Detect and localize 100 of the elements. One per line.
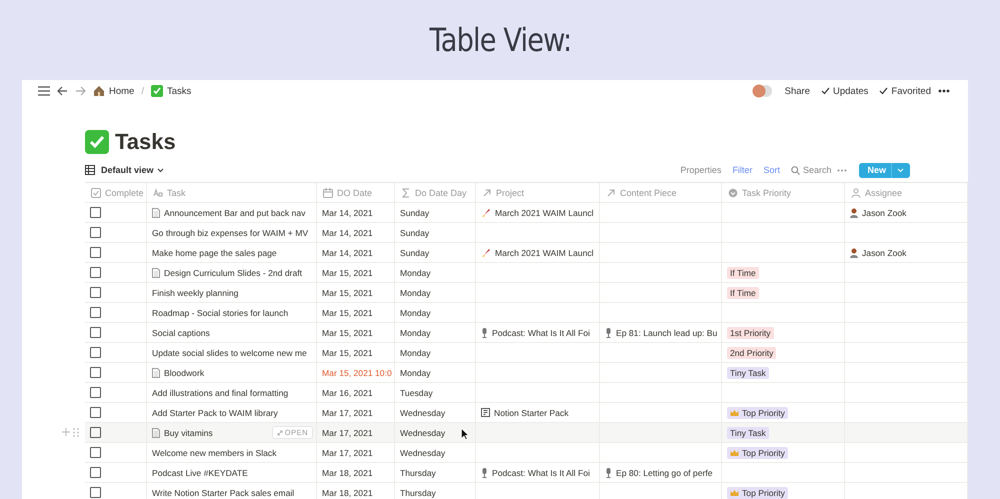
view-selector[interactable]: Default view (101, 165, 164, 175)
search-button[interactable]: Search (790, 165, 832, 175)
day-value: Wednesday (400, 448, 446, 458)
date-value: Mar 14, 2021 (322, 208, 373, 218)
text-icon (153, 188, 163, 198)
date-value: Mar 15, 2021 (322, 308, 373, 318)
table-icon (85, 165, 95, 175)
menu-icon[interactable] (38, 86, 50, 96)
arrow-icon (606, 188, 616, 198)
date-value: Mar 15, 2021 (322, 288, 373, 298)
table-row[interactable]: Make home page the sales page Mar 14, 2021 Sunday March 2021 WAIM Launcl Jason Zook (85, 243, 968, 263)
chevron-circle-icon (728, 188, 738, 198)
relation-link[interactable]: Ep 81: Launch lead up: Bu (616, 328, 718, 338)
table-row[interactable]: Finish weekly planning Mar 15, 2021 Monday If Time (85, 283, 968, 303)
checkbox[interactable] (90, 287, 101, 298)
page-icon (152, 428, 160, 438)
table-row[interactable]: Podcast Live #KEYDATE Mar 18, 2021 Thursday Podcast: What Is It All Foi Ep 80: Letting go of perfe (85, 463, 968, 483)
date-value: Mar 17, 2021 (322, 408, 373, 418)
relation-link[interactable]: Podcast: What Is It All Foi (492, 468, 590, 478)
table-row[interactable]: Social captions Mar 15, 2021 Monday Podcast: What Is It All Foi Ep 81: Launch lead up: Bu 1st Priority (85, 323, 968, 343)
date-value: Mar 15, 2021 (322, 348, 373, 358)
task-title[interactable]: Update social slides to welcome new me (152, 348, 307, 358)
priority-tag: Tiny Task (727, 366, 769, 378)
mouse-cursor-icon (461, 428, 469, 440)
drag-handle-icon[interactable] (73, 428, 79, 437)
house-icon (93, 85, 105, 97)
task-title[interactable]: Design Curriculum Slides - 2nd draft (164, 268, 302, 278)
back-arrow-icon[interactable] (57, 86, 68, 96)
day-value: Thursday (400, 468, 436, 478)
priority-tag: If Time (727, 286, 759, 298)
topbar-action[interactable]: Favorited (891, 86, 931, 96)
relation-link[interactable]: March 2021 WAIM Launcl (495, 248, 594, 258)
day-value: Sunday (400, 228, 430, 238)
date-value: Mar 18, 2021 (322, 468, 373, 478)
task-title[interactable]: Podcast Live #KEYDATE (152, 468, 248, 478)
microphone-icon (605, 468, 612, 478)
more-icon[interactable] (938, 89, 950, 93)
expand-icon (276, 430, 283, 436)
priority-tag: Top Priority (727, 486, 788, 498)
task-title[interactable]: Roadmap - Social stories for launch (152, 308, 288, 318)
task-title[interactable]: Go through biz expenses for WAIM + MV (152, 228, 308, 238)
day-value: Monday (400, 348, 431, 358)
avatar-icon (752, 84, 774, 98)
topbar-action[interactable]: Share (784, 86, 810, 96)
task-title[interactable]: Write Notion Starter Pack sales email (152, 488, 294, 498)
table-row[interactable]: Write Notion Starter Pack sales email Mar 18, 2021 Thursday Top Priority (85, 483, 968, 499)
calendar-icon (323, 188, 333, 198)
checkbox[interactable] (90, 207, 101, 218)
crown-icon (730, 408, 739, 416)
table-row[interactable]: Welcome new members in Slack Mar 17, 2021 Wednesday Top Priority (85, 443, 968, 463)
table-row[interactable]: Add illustrations and final formatting Mar 16, 2021 Tuesday (85, 383, 968, 403)
topbar-action[interactable]: Updates (833, 86, 868, 96)
table-row[interactable]: Roadmap - Social stories for launch Mar 15, 2021 Monday (85, 303, 968, 323)
task-title[interactable]: Social captions (152, 328, 210, 338)
checkbox-icon (91, 188, 101, 198)
task-title[interactable]: Announcement Bar and put back nav (164, 208, 306, 218)
day-value: Monday (400, 368, 431, 378)
table-row[interactable]: Design Curriculum Slides - 2nd draft Mar 15, 2021 Monday If Time (85, 263, 968, 283)
table-row[interactable]: Go through biz expenses for WAIM + MV Mar 14, 2021 Sunday (85, 223, 968, 243)
date-value: Mar 15, 2021 10:0 (322, 368, 392, 378)
table-row[interactable]: Update social slides to welcome new me Mar 15, 2021 Monday 2nd Priority (85, 343, 968, 363)
checkbox[interactable] (90, 487, 101, 498)
checkbox[interactable] (90, 307, 101, 318)
checkbox[interactable] (90, 447, 101, 458)
checkbox[interactable] (90, 267, 101, 278)
checkbox[interactable] (90, 367, 101, 378)
chevron-down-icon (156, 168, 164, 172)
checkbox[interactable] (90, 387, 101, 398)
checkmark-icon (85, 130, 109, 154)
task-title[interactable]: Buy vitamins (164, 428, 213, 438)
checkbox[interactable] (90, 427, 101, 438)
relation-link[interactable]: Podcast: What Is It All Foi (492, 328, 590, 338)
day-value: Monday (400, 288, 431, 298)
breadcrumb-link[interactable]: Tasks (166, 86, 192, 96)
chevron-down-icon (897, 168, 904, 172)
task-title[interactable]: Welcome new members in Slack (152, 448, 276, 458)
check-icon (821, 87, 830, 95)
checkbox[interactable] (90, 467, 101, 478)
sigma-icon (401, 188, 411, 198)
task-title[interactable]: Bloodwork (164, 368, 204, 378)
relation-link[interactable]: Notion Starter Pack (494, 408, 569, 418)
task-title[interactable]: Add illustrations and final formatting (152, 388, 288, 398)
checkbox[interactable] (90, 347, 101, 358)
microphone-icon (481, 468, 488, 478)
checkbox[interactable] (90, 227, 101, 238)
task-title[interactable]: Make home page the sales page (152, 248, 277, 258)
checkbox[interactable] (90, 247, 101, 258)
breadcrumb-link[interactable]: Home (109, 86, 134, 96)
table-row[interactable]: Bloodwork Mar 15, 2021 10:0 Monday Tiny Task (85, 363, 968, 383)
relation-link[interactable]: Ep 80: Letting go of perfe (616, 468, 713, 478)
task-title[interactable]: Add Starter Pack to WAIM library (152, 408, 278, 418)
toolbar-link[interactable]: Properties (680, 165, 722, 175)
task-title[interactable]: Finish weekly planning (152, 288, 238, 298)
priority-tag: Top Priority (727, 446, 788, 458)
date-value: Mar 17, 2021 (322, 428, 373, 438)
table-row[interactable]: Announcement Bar and put back nav Mar 14, 2021 Sunday March 2021 WAIM Launcl Jason Zook (85, 203, 968, 223)
checkbox[interactable] (90, 407, 101, 418)
relation-link[interactable]: March 2021 WAIM Launcl (495, 208, 594, 218)
checkbox[interactable] (90, 327, 101, 338)
day-value: Wednesday (400, 408, 446, 418)
